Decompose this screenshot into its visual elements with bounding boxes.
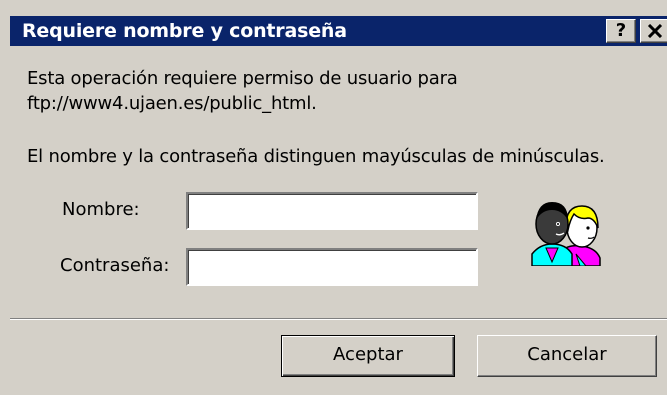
name-label: Nombre:	[62, 199, 140, 220]
separator	[10, 318, 667, 320]
users-icon	[531, 202, 601, 266]
title-bar[interactable]: Requiere nombre y contraseña ?	[10, 16, 667, 46]
close-button[interactable]	[640, 19, 667, 43]
name-input[interactable]	[186, 192, 478, 230]
accept-button[interactable]: Aceptar	[281, 335, 455, 377]
dialog-title: Requiere nombre y contraseña	[22, 20, 347, 42]
close-icon	[647, 23, 663, 39]
ftp-url: ftp://www4.ujaen.es/public_html.	[27, 93, 317, 114]
permission-message: Esta operación requiere permiso de usuar…	[27, 68, 458, 89]
password-input[interactable]	[186, 248, 478, 286]
password-label: Contraseña:	[60, 255, 170, 276]
cancel-button[interactable]: Cancelar	[477, 335, 657, 377]
login-dialog: Requiere nombre y contraseña ? Esta oper…	[0, 0, 667, 395]
case-sensitivity-note: El nombre y la contraseña distinguen may…	[27, 146, 605, 167]
help-button[interactable]: ?	[606, 19, 636, 43]
